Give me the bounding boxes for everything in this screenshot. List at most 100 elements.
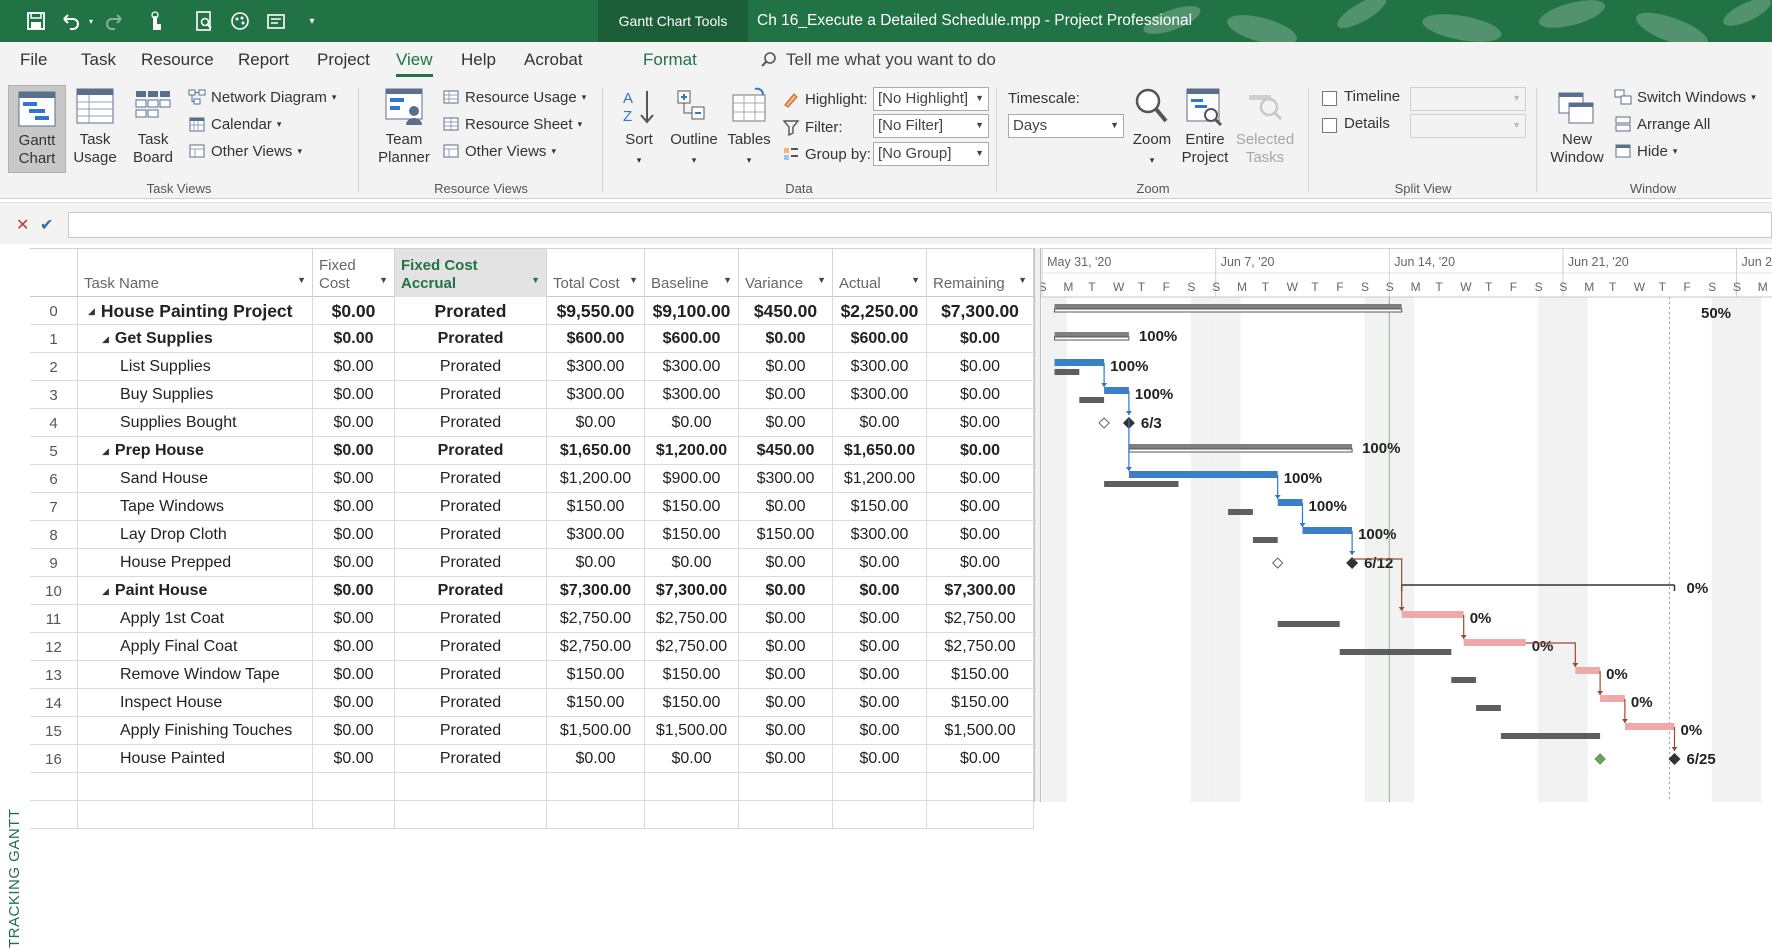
task-name-cell[interactable]: ◢Get Supplies	[78, 325, 313, 353]
variance-cell[interactable]: $300.00	[739, 465, 833, 493]
total-cost-cell[interactable]: $9,550.00	[547, 297, 645, 325]
baseline-cost-cell[interactable]: $0.00	[645, 549, 739, 577]
empty-row[interactable]	[30, 801, 1034, 829]
total-cost-cell[interactable]: $2,750.00	[547, 605, 645, 633]
task-name-cell[interactable]: Supplies Bought	[78, 409, 313, 437]
format-painter-icon[interactable]	[226, 0, 254, 42]
row-id[interactable]: 11	[30, 605, 78, 633]
table-row[interactable]: 4Supplies Bought$0.00Prorated$0.00$0.00$…	[30, 409, 1034, 437]
row-id[interactable]: 2	[30, 353, 78, 381]
remaining-cost-cell[interactable]: $1,500.00	[927, 717, 1034, 745]
table-row[interactable]: 6Sand House$0.00Prorated$1,200.00$900.00…	[30, 465, 1034, 493]
task-name-cell[interactable]: Sand House	[78, 465, 313, 493]
remaining-cost-cell[interactable]: $150.00	[927, 661, 1034, 689]
remaining-cost-cell[interactable]: $0.00	[927, 409, 1034, 437]
actual-cost-cell[interactable]: $300.00	[833, 353, 927, 381]
empty-cell[interactable]	[78, 801, 313, 829]
column-header-total-cost[interactable]: Total Cost▼	[547, 249, 645, 297]
column-header-baseline[interactable]: Baseline▼	[645, 249, 739, 297]
actual-cost-cell[interactable]: $0.00	[833, 605, 927, 633]
total-cost-cell[interactable]: $0.00	[547, 549, 645, 577]
empty-cell[interactable]	[395, 801, 547, 829]
zoom-button[interactable]: Zoom ▾	[1128, 85, 1176, 173]
row-id[interactable]: 14	[30, 689, 78, 717]
remaining-cost-cell[interactable]: $0.00	[927, 493, 1034, 521]
column-header-remaining[interactable]: Remaining▼	[927, 249, 1034, 297]
variance-cell[interactable]: $0.00	[739, 577, 833, 605]
menu-format[interactable]: Format	[643, 50, 697, 70]
print-preview-icon[interactable]	[190, 0, 218, 42]
actual-cost-cell[interactable]: $2,250.00	[833, 297, 927, 325]
table-row[interactable]: 12Apply Final Coat$0.00Prorated$2,750.00…	[30, 633, 1034, 661]
column-header-fixed-cost-accrual[interactable]: Fixed Cost Accrual▼	[395, 249, 547, 297]
task-name-cell[interactable]: Apply Final Coat	[78, 633, 313, 661]
remaining-cost-cell[interactable]: $2,750.00	[927, 605, 1034, 633]
fixed-cost-cell[interactable]: $0.00	[313, 353, 395, 381]
actual-cost-cell[interactable]: $0.00	[833, 577, 927, 605]
variance-cell[interactable]: $0.00	[739, 325, 833, 353]
row-id[interactable]: 4	[30, 409, 78, 437]
fixed-cost-cell[interactable]: $0.00	[313, 409, 395, 437]
total-cost-cell[interactable]: $2,750.00	[547, 633, 645, 661]
row-id[interactable]: 9	[30, 549, 78, 577]
filter-dropdown-icon[interactable]: ▼	[531, 271, 540, 289]
column-header-actual[interactable]: Actual▼	[833, 249, 927, 297]
fixed-cost-accrual-cell[interactable]: Prorated	[395, 745, 547, 773]
variance-cell[interactable]: $0.00	[739, 381, 833, 409]
calendar-button[interactable]: Calendar▾	[188, 115, 281, 133]
menu-resource[interactable]: Resource	[141, 50, 214, 70]
column-header-task-name[interactable]: Task Name▼	[78, 249, 313, 297]
outline-button[interactable]: Outline ▾	[666, 85, 722, 173]
filter-dropdown-icon[interactable]: ▼	[817, 271, 826, 289]
fixed-cost-cell[interactable]: $0.00	[313, 325, 395, 353]
row-id[interactable]: 12	[30, 633, 78, 661]
fixed-cost-cell[interactable]: $0.00	[313, 465, 395, 493]
variance-cell[interactable]: $0.00	[739, 353, 833, 381]
total-cost-cell[interactable]: $300.00	[547, 521, 645, 549]
empty-cell[interactable]	[739, 773, 833, 801]
variance-cell[interactable]: $0.00	[739, 549, 833, 577]
fixed-cost-cell[interactable]: $0.00	[313, 661, 395, 689]
empty-cell[interactable]	[30, 773, 78, 801]
total-cost-cell[interactable]: $1,200.00	[547, 465, 645, 493]
task-name-cell[interactable]: ◢Prep House	[78, 437, 313, 465]
baseline-cost-cell[interactable]: $150.00	[645, 521, 739, 549]
menu-acrobat[interactable]: Acrobat	[524, 50, 583, 70]
task-name-cell[interactable]: List Supplies	[78, 353, 313, 381]
table-row[interactable]: 11Apply 1st Coat$0.00Prorated$2,750.00$2…	[30, 605, 1034, 633]
empty-cell[interactable]	[30, 801, 78, 829]
empty-row[interactable]	[30, 773, 1034, 801]
row-id[interactable]: 16	[30, 745, 78, 773]
task-name-cell[interactable]: House Prepped	[78, 549, 313, 577]
variance-cell[interactable]: $0.00	[739, 409, 833, 437]
row-id[interactable]: 1	[30, 325, 78, 353]
baseline-cost-cell[interactable]: $300.00	[645, 381, 739, 409]
fixed-cost-accrual-cell[interactable]: Prorated	[395, 605, 547, 633]
table-row[interactable]: 9House Prepped$0.00Prorated$0.00$0.00$0.…	[30, 549, 1034, 577]
empty-cell[interactable]	[395, 773, 547, 801]
empty-cell[interactable]	[739, 801, 833, 829]
fixed-cost-cell[interactable]: $0.00	[313, 521, 395, 549]
column-header-variance[interactable]: Variance▼	[739, 249, 833, 297]
entry-field[interactable]	[68, 212, 1772, 238]
entire-project-button[interactable]: Entire Project	[1180, 85, 1230, 173]
table-row[interactable]: 2List Supplies$0.00Prorated$300.00$300.0…	[30, 353, 1034, 381]
table-row[interactable]: 7Tape Windows$0.00Prorated$150.00$150.00…	[30, 493, 1034, 521]
empty-cell[interactable]	[645, 773, 739, 801]
fixed-cost-accrual-cell[interactable]: Prorated	[395, 549, 547, 577]
task-name-cell[interactable]: Buy Supplies	[78, 381, 313, 409]
total-cost-cell[interactable]: $150.00	[547, 493, 645, 521]
remaining-cost-cell[interactable]: $0.00	[927, 549, 1034, 577]
fixed-cost-accrual-cell[interactable]: Prorated	[395, 437, 547, 465]
remaining-cost-cell[interactable]: $0.00	[927, 381, 1034, 409]
team-planner-button[interactable]: Team Planner	[372, 85, 436, 173]
table-row[interactable]: 14Inspect House$0.00Prorated$150.00$150.…	[30, 689, 1034, 717]
variance-cell[interactable]: $0.00	[739, 605, 833, 633]
variance-cell[interactable]: $0.00	[739, 633, 833, 661]
total-cost-cell[interactable]: $1,500.00	[547, 717, 645, 745]
empty-cell[interactable]	[547, 773, 645, 801]
fixed-cost-cell[interactable]: $0.00	[313, 437, 395, 465]
table-row[interactable]: 5◢Prep House$0.00Prorated$1,650.00$1,200…	[30, 437, 1034, 465]
actual-cost-cell[interactable]: $1,200.00	[833, 465, 927, 493]
fixed-cost-accrual-cell[interactable]: Prorated	[395, 689, 547, 717]
